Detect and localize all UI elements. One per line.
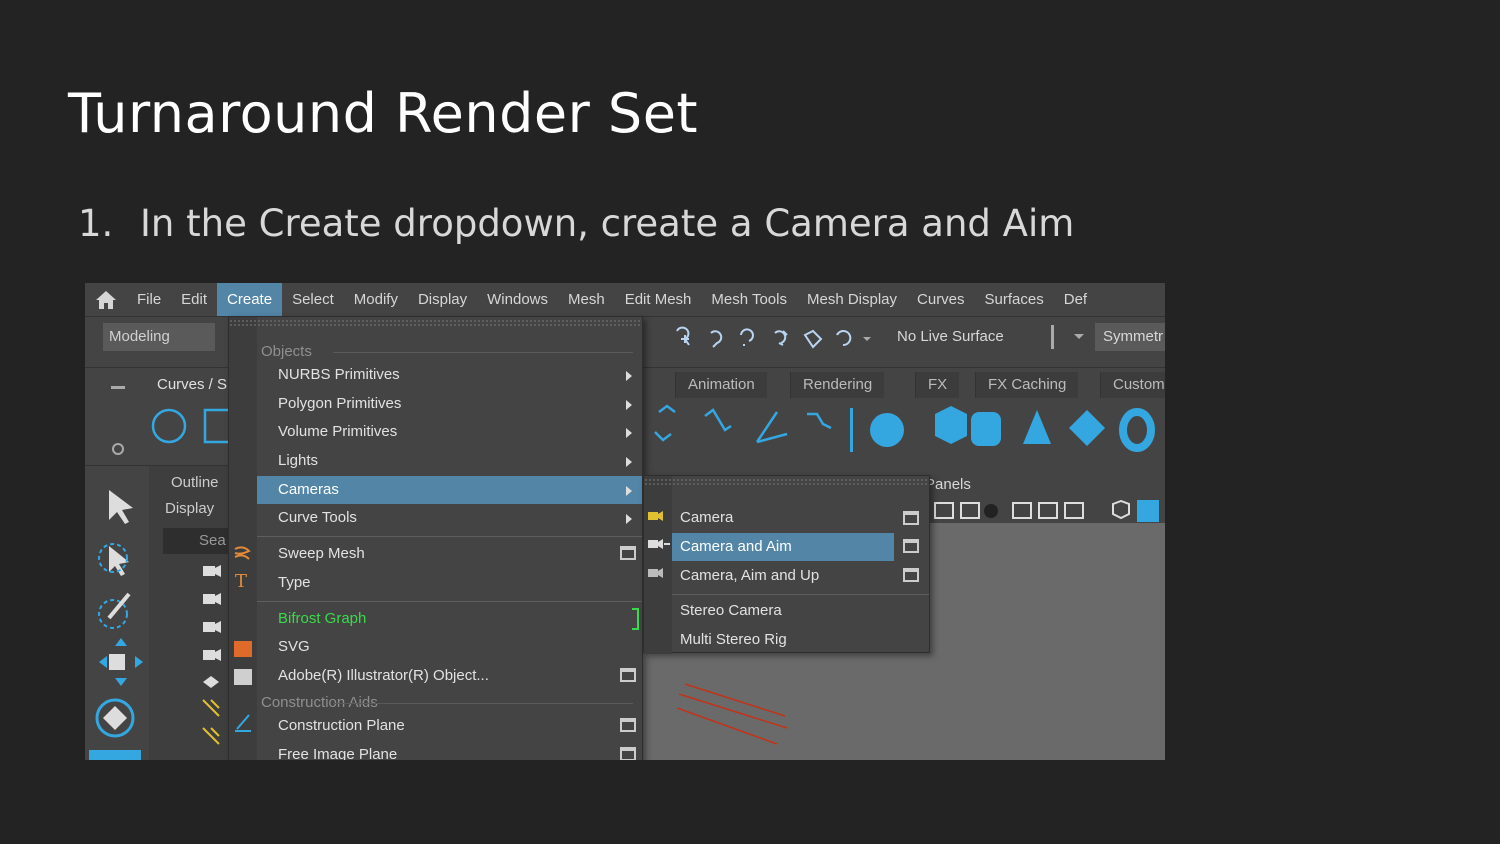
submenu-arrow-icon xyxy=(626,457,632,467)
menu-item-polygon-primitives[interactable]: Polygon Primitives xyxy=(257,390,642,418)
cameras-submenu: Camera Camera and Aim Camera, Aim and Up… xyxy=(643,475,930,654)
submenu-item-camera[interactable]: Camera xyxy=(672,504,929,532)
menu-select[interactable]: Select xyxy=(282,283,344,316)
menu-edit-mesh[interactable]: Edit Mesh xyxy=(615,283,702,316)
shelf-tab-custom[interactable]: Custom xyxy=(1100,372,1165,398)
section-construction-aids: Construction Aids xyxy=(261,694,633,711)
viewport-toolbar-icons[interactable] xyxy=(933,500,1165,522)
menu-mesh-tools[interactable]: Mesh Tools xyxy=(701,283,797,316)
option-box-icon[interactable] xyxy=(620,546,636,560)
menu-item-illustrator-object[interactable]: Adobe(R) Illustrator(R) Object... xyxy=(257,662,642,690)
camera-gizmo-lines xyxy=(676,683,788,745)
menu-item-lights[interactable]: Lights xyxy=(257,447,642,475)
viewport[interactable] xyxy=(925,523,1165,760)
shelf-tab-fx[interactable]: FX xyxy=(915,372,960,398)
shelf-tab-curves[interactable]: Curves / S xyxy=(145,372,239,398)
submenu-item-camera-and-aim[interactable]: Camera and Aim xyxy=(672,533,894,561)
outliner-display-menu[interactable]: Display xyxy=(165,500,214,517)
tear-off-grip[interactable] xyxy=(229,319,642,327)
option-box-icon[interactable] xyxy=(903,568,919,582)
menu-item-volume-primitives[interactable]: Volume Primitives xyxy=(257,418,642,446)
shelf-tab-rendering[interactable]: Rendering xyxy=(790,372,885,398)
panels-menu[interactable]: Panels xyxy=(925,476,971,493)
section-objects: Objects xyxy=(261,343,632,360)
option-box-icon[interactable] xyxy=(620,668,636,682)
shelf-tool-icons[interactable] xyxy=(645,402,1165,460)
submenu-item-camera-aim-up[interactable]: Camera, Aim and Up xyxy=(672,562,929,590)
snap-icons[interactable] xyxy=(671,325,871,351)
shelf-handle-icon[interactable] xyxy=(109,382,129,462)
create-dropdown-menu: T Objects NURBS Primitives Polygon Primi… xyxy=(228,316,643,760)
step-text: In the Create dropdown, create a Camera … xyxy=(140,202,1075,245)
slide-step: 1. In the Create dropdown, create a Camer… xyxy=(78,202,1074,245)
submenu-tear-off-grip[interactable] xyxy=(644,478,929,486)
main-menubar: File Edit Create Select Modify Display W… xyxy=(85,283,1165,316)
menu-modify[interactable]: Modify xyxy=(344,283,408,316)
submenu-icon-column xyxy=(644,476,672,654)
step-number: 1. xyxy=(78,202,114,245)
menu-mesh[interactable]: Mesh xyxy=(558,283,615,316)
menu-file[interactable]: File xyxy=(127,283,171,316)
menu-set-dropdown[interactable]: Modeling xyxy=(103,323,215,351)
menu-separator xyxy=(257,536,642,537)
svg-text:T: T xyxy=(235,571,247,592)
submenu-arrow-icon xyxy=(626,514,632,524)
home-icon[interactable] xyxy=(85,283,127,316)
submenu-arrow-icon xyxy=(626,428,632,438)
separator-icon xyxy=(1051,325,1054,349)
submenu-arrow-icon xyxy=(626,486,632,496)
camera-icons xyxy=(648,511,670,578)
outliner-title: Outline xyxy=(171,474,219,491)
menu-item-cameras[interactable]: Cameras xyxy=(257,476,642,504)
dropdown-icon-column: T xyxy=(229,317,263,760)
submenu-item-multi-stereo-rig[interactable]: Multi Stereo Rig xyxy=(672,626,929,654)
menu-separator xyxy=(257,601,642,602)
maya-screenshot: File Edit Create Select Modify Display W… xyxy=(85,283,1165,760)
menu-item-svg[interactable]: SVG xyxy=(257,633,642,661)
menu-curves[interactable]: Curves xyxy=(907,283,975,316)
toolbox xyxy=(85,465,149,760)
viewport-toolbar: Panels xyxy=(925,470,1165,523)
shelf-tab-animation[interactable]: Animation xyxy=(675,372,767,398)
menu-item-construction-plane[interactable]: Construction Plane xyxy=(257,712,642,740)
menu-item-curve-tools[interactable]: Curve Tools xyxy=(257,504,642,532)
toolbox-icons[interactable] xyxy=(85,466,149,760)
dropdown-item-icons: T xyxy=(234,546,263,732)
submenu-item-stereo-camera[interactable]: Stereo Camera xyxy=(672,597,929,625)
bracket-icon xyxy=(632,608,639,630)
menu-edit[interactable]: Edit xyxy=(171,283,217,316)
option-box-icon[interactable] xyxy=(903,511,919,525)
shelf-tab-fx-caching[interactable]: FX Caching xyxy=(975,372,1079,398)
menu-item-nurbs-primitives[interactable]: NURBS Primitives xyxy=(257,361,642,389)
option-box-icon[interactable] xyxy=(620,747,636,760)
submenu-arrow-icon xyxy=(626,400,632,410)
slide-title: Turnaround Render Set xyxy=(68,82,699,145)
curve-shape-icons[interactable] xyxy=(149,406,233,446)
menu-item-type[interactable]: Type xyxy=(257,569,642,597)
menu-separator xyxy=(672,594,929,595)
menu-deform[interactable]: Def xyxy=(1054,283,1097,316)
option-box-icon[interactable] xyxy=(620,718,636,732)
live-surface-label[interactable]: No Live Surface xyxy=(897,323,1004,351)
option-box-icon[interactable] xyxy=(903,539,919,553)
symmetry-dropdown[interactable]: Symmetr xyxy=(1095,323,1165,351)
menu-create[interactable]: Create xyxy=(217,283,283,316)
menu-mesh-display[interactable]: Mesh Display xyxy=(797,283,907,316)
submenu-arrow-icon xyxy=(626,371,632,381)
outliner-panel: Outline Display Sea xyxy=(149,465,239,760)
menu-display[interactable]: Display xyxy=(408,283,477,316)
chevron-down-icon[interactable] xyxy=(1073,333,1085,341)
menu-item-bifrost-graph[interactable]: Bifrost Graph xyxy=(257,605,642,633)
menu-surfaces[interactable]: Surfaces xyxy=(975,283,1054,316)
menu-item-free-image-plane[interactable]: Free Image Plane xyxy=(257,741,642,760)
menu-item-sweep-mesh[interactable]: Sweep Mesh xyxy=(257,540,642,568)
menu-windows[interactable]: Windows xyxy=(477,283,558,316)
